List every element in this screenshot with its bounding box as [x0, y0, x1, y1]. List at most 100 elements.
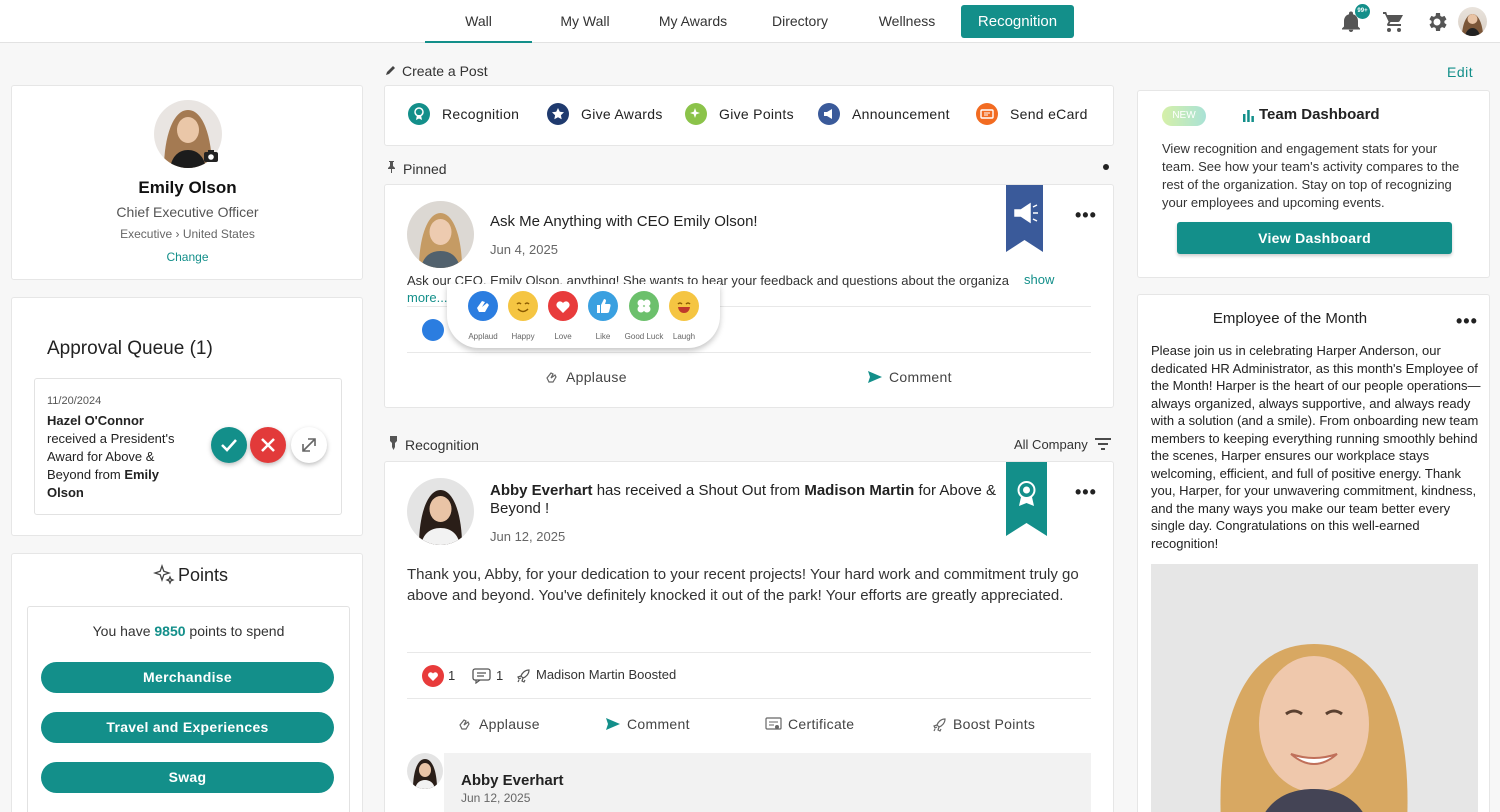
- cart-icon[interactable]: [1382, 10, 1406, 34]
- comment-author[interactable]: Abby Everhart: [461, 772, 564, 789]
- recipient-name[interactable]: Abby Everhart: [490, 482, 593, 499]
- action-label: Comment: [889, 369, 952, 385]
- applaud-reaction-icon: [422, 319, 444, 341]
- tab-my-wall[interactable]: My Wall: [540, 0, 630, 43]
- post-type-give-awards[interactable]: Give Awards: [547, 103, 663, 125]
- post-type-recognition[interactable]: Recognition: [408, 103, 519, 125]
- heart-icon: [548, 291, 578, 321]
- post-type-send-ecard[interactable]: Send eCard: [976, 103, 1088, 125]
- action-label: Applause: [566, 369, 627, 385]
- recognition-headline: Abby Everhart has received a Shout Out f…: [490, 482, 1000, 518]
- divider: [407, 698, 1091, 699]
- pinned-applause-button[interactable]: Applause: [544, 369, 627, 385]
- team-dashboard-title: Team Dashboard: [1259, 106, 1380, 123]
- post-type-give-points[interactable]: Give Points: [685, 103, 794, 125]
- comment-bubble: Abby Everhart Jun 12, 2025: [444, 753, 1091, 812]
- create-post-label: Create a Post: [402, 63, 488, 79]
- tab-recognition[interactable]: Recognition: [961, 5, 1074, 38]
- points-amount: 9850: [154, 623, 186, 639]
- reaction-love[interactable]: Love: [546, 291, 580, 341]
- clover-icon: [629, 291, 659, 321]
- happy-icon: [508, 291, 538, 321]
- post-type-label: Recognition: [442, 106, 520, 122]
- post-type-label: Give Awards: [581, 106, 663, 122]
- pinned-author-avatar[interactable]: [407, 201, 474, 268]
- view-dashboard-button[interactable]: View Dashboard: [1177, 222, 1452, 254]
- tab-directory[interactable]: Directory: [755, 0, 845, 43]
- new-badge: NEW: [1162, 106, 1206, 126]
- giver-name[interactable]: Madison Martin: [804, 482, 914, 499]
- eotm-more-options[interactable]: •••: [1456, 311, 1478, 332]
- post-type-announcement[interactable]: Announcement: [818, 103, 950, 125]
- edit-link[interactable]: Edit: [1447, 64, 1473, 80]
- sparkle-icon: [153, 564, 175, 585]
- comment-count[interactable]: 1: [496, 668, 503, 683]
- company-filter[interactable]: All Company: [1014, 437, 1088, 452]
- reaction-applaud[interactable]: Applaud: [466, 291, 500, 341]
- send-icon: [868, 371, 882, 383]
- boosted-by[interactable]: Madison Martin Boosted: [536, 667, 676, 682]
- expand-button[interactable]: [291, 427, 327, 463]
- divider: [407, 352, 1091, 353]
- applause-icon: [546, 372, 557, 383]
- boost-points-button[interactable]: Boost Points: [932, 716, 1035, 732]
- action-label: Certificate: [788, 716, 855, 732]
- approval-item[interactable]: 11/20/2024 Hazel O'Connor received a Pre…: [34, 378, 342, 515]
- approve-button[interactable]: [211, 427, 247, 463]
- reaction-like[interactable]: Like: [586, 291, 620, 341]
- eotm-title: Employee of the Month: [1212, 310, 1368, 327]
- applaud-icon: [468, 291, 498, 321]
- recognition-date: Jun 12, 2025: [490, 529, 566, 544]
- tab-wall[interactable]: Wall: [425, 0, 532, 43]
- pinned-title[interactable]: Ask Me Anything with CEO Emily Olson!: [490, 213, 758, 230]
- tab-my-awards[interactable]: My Awards: [648, 0, 738, 43]
- merchandise-button[interactable]: Merchandise: [41, 662, 334, 693]
- notification-badge: 99+: [1355, 4, 1370, 19]
- recognition-body: Thank you, Abby, for your dedication to …: [407, 566, 1079, 604]
- points-prefix: You have: [92, 623, 151, 639]
- laugh-icon: [669, 291, 699, 321]
- commenter-avatar[interactable]: [407, 753, 443, 789]
- show-more-link[interactable]: show: [1024, 272, 1054, 287]
- user-avatar[interactable]: [1458, 7, 1487, 36]
- ecard-icon: [976, 103, 998, 125]
- filter-icon[interactable]: [1094, 437, 1112, 451]
- recognition-comment-button[interactable]: Comment: [605, 716, 690, 732]
- team-dashboard-text: View recognition and engagement stats fo…: [1162, 141, 1460, 210]
- certificate-icon: [765, 716, 782, 730]
- pinned-more-options[interactable]: •••: [1075, 205, 1097, 226]
- reject-button[interactable]: [250, 427, 286, 463]
- camera-icon[interactable]: [204, 150, 218, 162]
- recognition-applause-button[interactable]: Applause: [457, 716, 540, 732]
- reaction-laugh[interactable]: Laugh: [667, 291, 701, 341]
- team-dashboard-card: NEW Team Dashboard View recognition and …: [1137, 90, 1490, 278]
- show-more-link-cont[interactable]: more...: [407, 290, 447, 305]
- pencil-icon: [386, 66, 395, 75]
- certificate-button[interactable]: Certificate: [765, 716, 854, 732]
- pinned-comment-button[interactable]: Comment: [867, 369, 952, 385]
- tab-wellness[interactable]: Wellness: [862, 0, 952, 43]
- recognition-more-options[interactable]: •••: [1075, 482, 1097, 503]
- reaction-good-luck[interactable]: Good Luck: [625, 291, 663, 341]
- reaction-happy[interactable]: Happy: [506, 291, 540, 341]
- award-pin-icon: [390, 436, 397, 450]
- travel-button[interactable]: Travel and Experiences: [41, 712, 334, 743]
- gear-icon[interactable]: [1425, 10, 1449, 34]
- profile-location: Executive › United States: [120, 227, 255, 241]
- pinned-indicator-dot: [1103, 164, 1109, 170]
- post-type-label: Give Points: [719, 106, 794, 122]
- eotm-photo: [1151, 564, 1478, 812]
- bar-chart-icon: [1243, 110, 1254, 122]
- megaphone-icon: [818, 103, 840, 125]
- action-label: Applause: [479, 716, 540, 732]
- points-card: Points You have 9850 points to spend Mer…: [11, 553, 363, 812]
- recipient-avatar[interactable]: [407, 478, 474, 545]
- divider: [407, 652, 1091, 653]
- post-type-label: Send eCard: [1010, 106, 1088, 122]
- love-count[interactable]: 1: [448, 668, 455, 683]
- swag-button[interactable]: Swag: [41, 762, 334, 793]
- change-link[interactable]: Change: [12, 250, 363, 264]
- employee-of-month-card: Employee of the Month ••• Please join us…: [1137, 294, 1490, 812]
- action-label: Comment: [627, 716, 690, 732]
- eotm-text: Please join us in celebrating Harper And…: [1151, 343, 1481, 551]
